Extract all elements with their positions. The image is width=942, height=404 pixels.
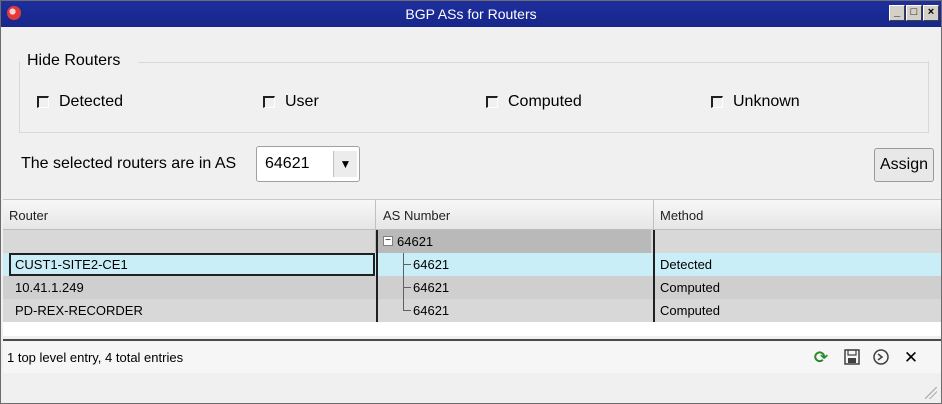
as-select[interactable]: 64621 ▼ (256, 146, 360, 182)
bgp-as-window: BGP ASs for Routers _ □ × Hide Routers D… (0, 0, 942, 404)
collapse-icon[interactable]: − (383, 236, 393, 246)
undo-icon[interactable] (871, 348, 891, 368)
method-cell: Detected (660, 257, 713, 272)
close-icon[interactable]: ✕ (901, 348, 921, 368)
computed-label: Computed (508, 93, 582, 110)
user-checkbox[interactable]: User (263, 93, 319, 111)
routers-table: Router AS Number Method − 64621 CUST1-SI… (3, 199, 941, 336)
group-as-value: 64621 (397, 234, 434, 249)
tree-connector (403, 253, 404, 311)
unknown-checkbox[interactable]: Unknown (711, 93, 800, 111)
method-cell: Computed (660, 280, 720, 295)
as-column-divider (376, 230, 378, 322)
column-separator[interactable] (653, 200, 654, 230)
column-header-router[interactable]: Router (9, 208, 48, 223)
router-cell: CUST1-SITE2-CE1 (15, 257, 128, 272)
maximize-icon[interactable]: □ (906, 5, 922, 21)
table-row[interactable]: 10.41.1.249 64621 Computed (3, 276, 941, 299)
save-icon[interactable] (842, 348, 862, 368)
window-controls: _ □ × (889, 5, 939, 21)
checkbox-box[interactable] (263, 96, 275, 108)
column-header-method[interactable]: Method (660, 208, 703, 223)
tree-branch (403, 264, 411, 265)
refresh-icon[interactable]: ⟳ (811, 348, 831, 368)
as-cell: 64621 (413, 280, 450, 295)
window-footer (3, 375, 941, 403)
column-separator[interactable] (375, 200, 376, 230)
unknown-label: Unknown (733, 93, 800, 110)
chevron-down-icon[interactable]: ▼ (333, 151, 357, 177)
status-bar: 1 top level entry, 4 total entries ⟳ ✕ (3, 339, 941, 373)
as-cell: 64621 (413, 303, 450, 318)
tree-branch (403, 287, 411, 288)
close-window-icon[interactable]: × (923, 5, 939, 21)
table-row[interactable]: CUST1-SITE2-CE1 64621 Detected (3, 253, 941, 276)
table-row[interactable]: PD-REX-RECORDER 64621 Computed (3, 299, 941, 322)
as-selector-label: The selected routers are in AS (21, 155, 237, 172)
router-cell: PD-REX-RECORDER (15, 303, 143, 318)
computed-checkbox[interactable]: Computed (486, 93, 582, 111)
window-title: BGP ASs for Routers (405, 6, 537, 22)
detected-checkbox[interactable]: Detected (37, 93, 123, 111)
as-cell: 64621 (413, 257, 450, 272)
assign-button[interactable]: Assign (874, 148, 934, 182)
tree-branch (403, 310, 411, 311)
user-label: User (285, 93, 319, 110)
detected-label: Detected (59, 93, 124, 110)
method-cell: Computed (660, 303, 720, 318)
minimize-icon[interactable]: _ (889, 5, 905, 21)
checkbox-box[interactable] (711, 96, 723, 108)
table-header: Router AS Number Method (3, 200, 941, 230)
group-divider (138, 62, 929, 63)
title-bar[interactable]: BGP ASs for Routers _ □ × (1, 1, 941, 27)
hide-routers-legend: Hide Routers (27, 52, 125, 70)
column-header-as-number[interactable]: AS Number (383, 208, 450, 223)
as-select-value: 64621 (265, 155, 310, 172)
checkbox-box[interactable] (37, 96, 49, 108)
table-row-group[interactable]: − 64621 (3, 230, 941, 253)
checkbox-box[interactable] (486, 96, 498, 108)
resize-grip-icon[interactable] (925, 387, 937, 399)
router-cell: 10.41.1.249 (15, 280, 84, 295)
entries-count: 1 top level entry, 4 total entries (7, 350, 184, 365)
method-column-divider (653, 230, 655, 322)
